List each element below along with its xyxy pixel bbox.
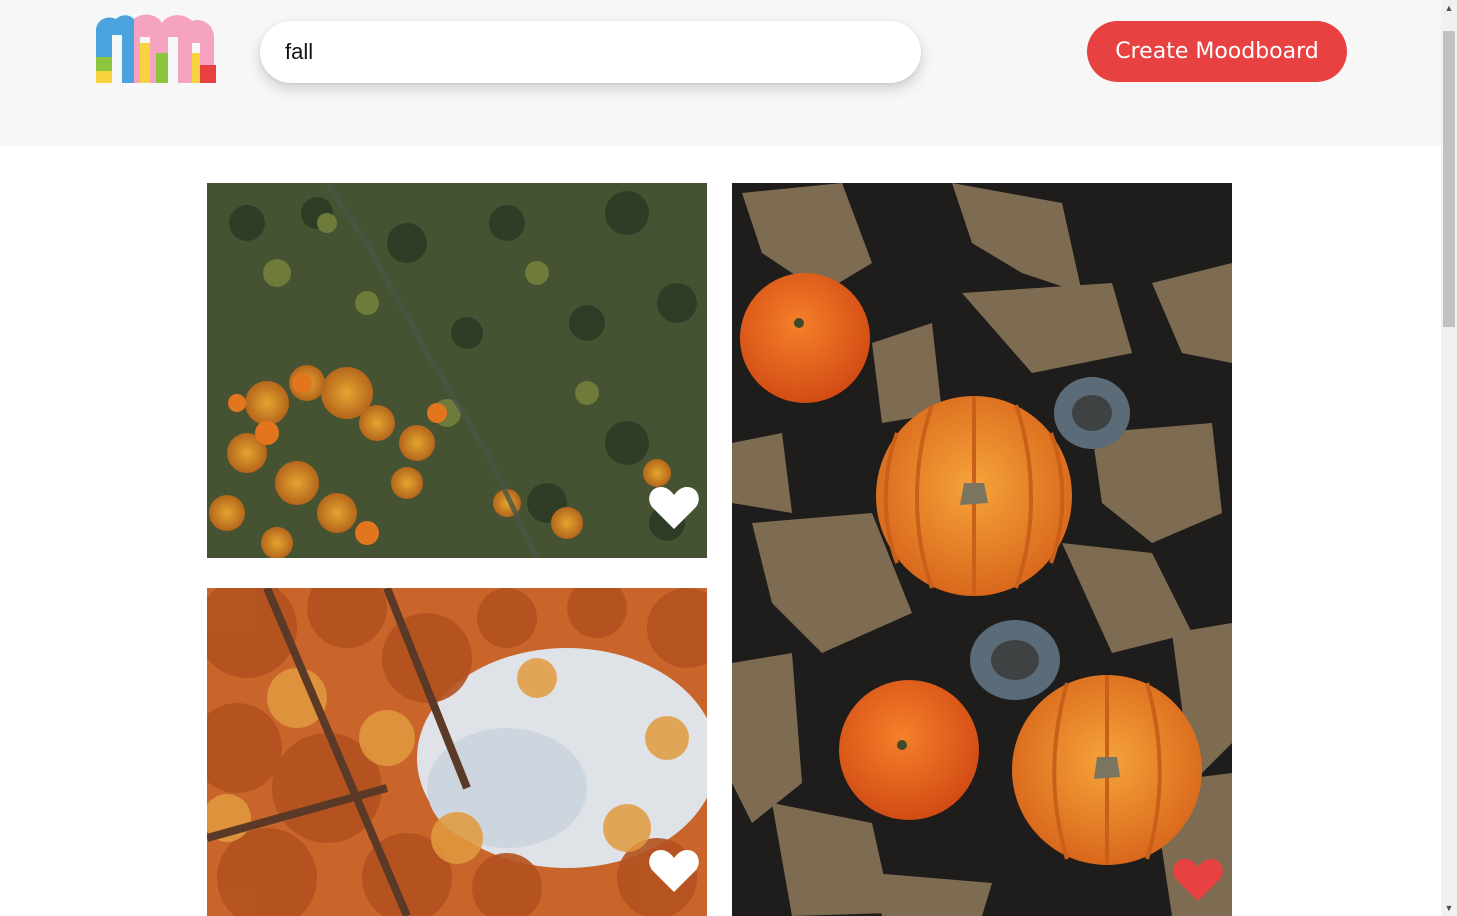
search-input[interactable] bbox=[285, 39, 896, 65]
pumpkins-image bbox=[732, 183, 1232, 916]
image-card-pumpkins[interactable] bbox=[732, 183, 1232, 916]
image-card-canopy[interactable] bbox=[207, 588, 707, 916]
vertical-scrollbar[interactable]: ▲ ▼ bbox=[1441, 0, 1457, 916]
heart-icon[interactable] bbox=[648, 848, 700, 894]
scrollbar-thumb[interactable] bbox=[1443, 31, 1455, 327]
canopy-image bbox=[207, 588, 707, 916]
image-card-forest[interactable] bbox=[207, 183, 707, 558]
scroll-down-icon[interactable]: ▼ bbox=[1441, 900, 1457, 916]
heart-icon[interactable] bbox=[648, 485, 700, 531]
scroll-up-icon[interactable]: ▲ bbox=[1441, 0, 1457, 16]
app-header: Create Moodboard bbox=[0, 0, 1441, 146]
create-moodboard-button[interactable]: Create Moodboard bbox=[1087, 21, 1347, 82]
search-bar[interactable] bbox=[260, 21, 921, 83]
heart-icon[interactable] bbox=[1172, 857, 1224, 903]
moodboard-logo[interactable] bbox=[92, 13, 218, 85]
forest-aerial-image bbox=[207, 183, 707, 558]
